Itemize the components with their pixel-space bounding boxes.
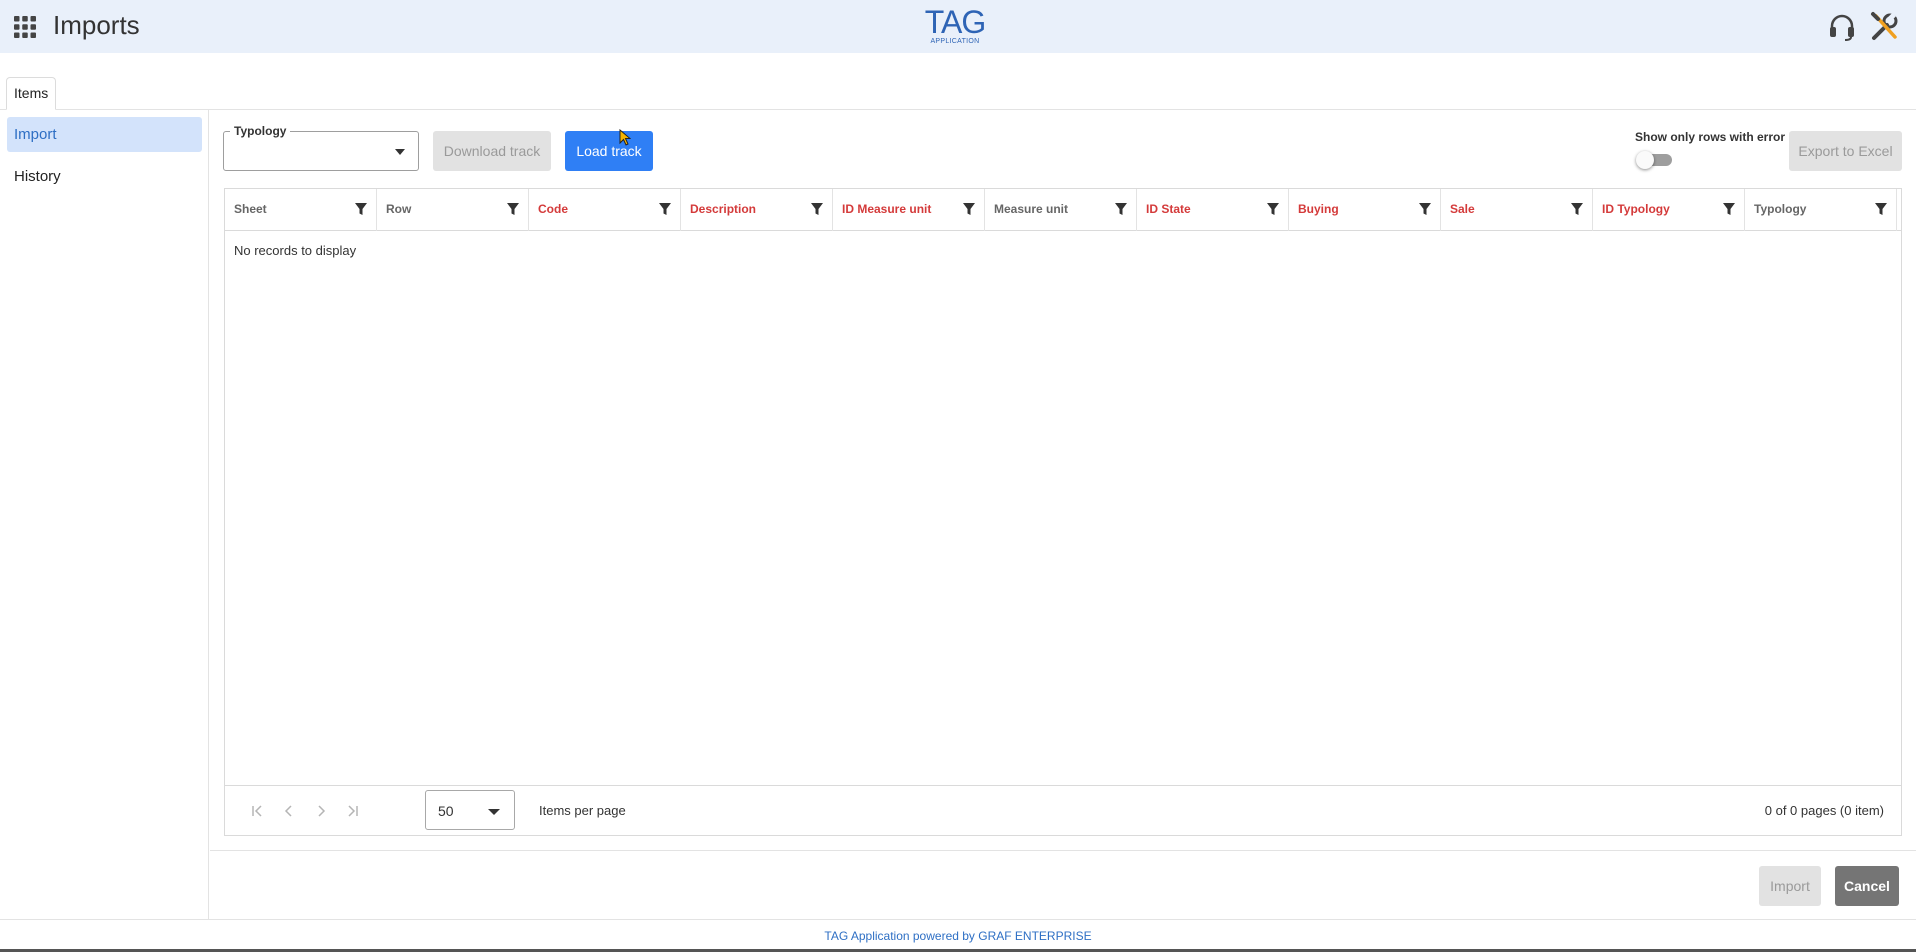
column-title: Description	[690, 202, 757, 216]
page-size-value: 50	[438, 803, 454, 819]
no-records-message: No records to display	[234, 243, 357, 258]
column-header[interactable]: Sheet	[225, 189, 377, 231]
error-rows-toggle-label: Show only rows with error	[1635, 130, 1786, 144]
items-per-page-label: Items per page	[539, 803, 626, 818]
column-header[interactable]: Description	[681, 189, 833, 231]
import-button[interactable]: Import	[1759, 866, 1821, 906]
chevron-down-icon	[488, 809, 500, 815]
column-title: ID Measure unit	[842, 202, 932, 216]
filter-icon[interactable]	[1267, 203, 1279, 216]
error-rows-toggle[interactable]	[1636, 151, 1676, 169]
column-header[interactable]: Buying	[1289, 189, 1441, 231]
cancel-button[interactable]: Cancel	[1835, 866, 1899, 906]
logo-main-text: TAG	[924, 4, 986, 40]
tools-icon[interactable]	[1868, 11, 1900, 43]
load-track-button[interactable]: Load track	[565, 131, 653, 171]
sidebar-item-import[interactable]: Import	[7, 117, 202, 152]
footer: TAG Application powered by GRAF ENTERPRI…	[0, 919, 1916, 952]
column-title: Row	[386, 202, 412, 216]
sidebar-item-history[interactable]: History	[7, 159, 202, 194]
sidebar: Import History	[0, 110, 209, 919]
import-grid: Sheet Row Code Description ID Measure unit Me…	[224, 188, 1902, 836]
filter-icon[interactable]	[1571, 203, 1583, 216]
logo-sub-text: APPLICATION	[930, 38, 980, 45]
column-header[interactable]: ID Typology	[1593, 189, 1745, 231]
column-title: Sale	[1450, 202, 1475, 216]
grid-pager: 50 Items per page 0 of 0 pages (0 item)	[225, 785, 1901, 835]
filter-icon[interactable]	[1419, 203, 1431, 216]
column-title: ID Typology	[1602, 202, 1670, 216]
tab-bar: Items	[0, 53, 1916, 110]
column-header[interactable]: ID State	[1137, 189, 1289, 231]
filter-icon[interactable]	[1875, 203, 1887, 216]
download-track-button[interactable]: Download track	[433, 131, 551, 171]
column-header[interactable]: Code	[529, 189, 681, 231]
filter-icon[interactable]	[1723, 203, 1735, 216]
column-title: ID State	[1146, 202, 1191, 216]
column-header[interactable]: Measure unit	[985, 189, 1137, 231]
column-title: Measure unit	[994, 202, 1069, 216]
column-header[interactable]: Row	[377, 189, 529, 231]
first-page-icon[interactable]	[249, 803, 265, 819]
app-header: Imports TAG APPLICATION	[0, 0, 1916, 53]
page-info: 0 of 0 pages (0 item)	[1764, 803, 1884, 818]
chevron-down-icon[interactable]	[395, 149, 405, 155]
column-title: Sheet	[234, 202, 267, 216]
page-title: Imports	[53, 10, 140, 40]
grid-header: Sheet Row Code Description ID Measure unit Me…	[225, 189, 1901, 231]
filter-icon[interactable]	[355, 203, 367, 216]
typology-label: Typology	[230, 124, 291, 138]
column-header[interactable]: Sale	[1441, 189, 1593, 231]
filter-icon[interactable]	[1115, 203, 1127, 216]
column-header[interactable]: Typology	[1745, 189, 1897, 231]
last-page-icon[interactable]	[345, 803, 361, 819]
filter-icon[interactable]	[507, 203, 519, 216]
page-size-select[interactable]: 50	[425, 790, 515, 830]
apps-grid-icon[interactable]	[13, 15, 37, 39]
next-page-icon[interactable]	[313, 803, 329, 819]
filter-icon[interactable]	[963, 203, 975, 216]
previous-page-icon[interactable]	[281, 803, 297, 819]
export-to-excel-button[interactable]: Export to Excel	[1789, 131, 1902, 171]
toggle-thumb	[1636, 151, 1654, 169]
filter-icon[interactable]	[659, 203, 671, 216]
actions-divider	[210, 850, 1916, 851]
column-title: Code	[538, 202, 568, 216]
app-logo: TAG APPLICATION	[920, 6, 990, 46]
column-title: Typology	[1754, 202, 1807, 216]
column-title: Buying	[1298, 202, 1339, 216]
filter-icon[interactable]	[811, 203, 823, 216]
column-header[interactable]: ID Measure unit	[833, 189, 985, 231]
mouse-cursor-icon	[619, 129, 631, 146]
headset-icon[interactable]	[1826, 11, 1858, 43]
tab-items[interactable]: Items	[6, 77, 57, 110]
